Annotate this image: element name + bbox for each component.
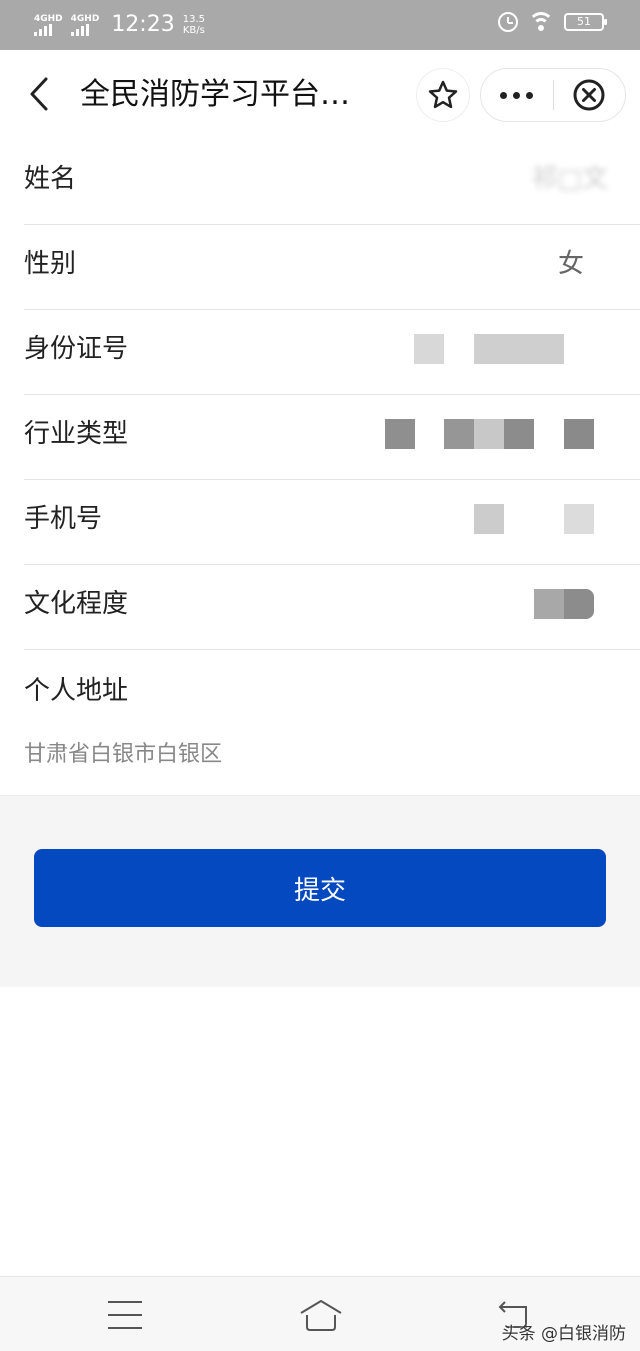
phone-label: 手机号 [24,504,103,534]
system-nav-bar: 头条 @白银消防 [0,1276,640,1351]
address-label: 个人地址 [24,676,129,706]
alarm-icon [498,12,518,32]
capsule-menu [480,68,626,122]
watermark-text: 头条 @白银消防 [501,1324,626,1344]
form-row-id-number[interactable]: 身份证号 [24,310,640,395]
home-icon[interactable] [298,1297,344,1333]
close-button[interactable] [554,68,626,122]
more-button[interactable] [481,68,553,122]
menu-icon[interactable] [108,1301,142,1329]
star-icon [428,80,458,109]
address-value: 甘肃省白银市白银区 [24,742,223,767]
wifi-icon [528,12,554,32]
submit-area: 提交 [0,795,640,987]
network-type-2: 4GHD [70,14,100,24]
form-row-education[interactable]: 文化程度 [24,565,640,650]
speed-unit: KB/s [182,25,205,36]
status-time: 12:23 [111,12,175,37]
battery-icon: 51 [564,13,607,31]
name-label: 姓名 [24,164,77,194]
network-speed: 13.5 KB/s [183,14,205,36]
signal-1: 4GHD [34,14,63,36]
form-row-address[interactable]: 个人地址 甘肃省白银市白银区 [24,650,640,806]
signal-icon [34,24,52,36]
signal-2: 4GHD [70,14,100,36]
speed-value: 13.5 [182,14,205,25]
back-icon [30,77,48,111]
industry-label: 行业类型 [24,419,129,449]
signal-icon [70,24,89,36]
back-button[interactable] [22,74,56,114]
more-icon [500,91,534,99]
gender-label: 性别 [24,249,77,279]
gender-value: 女 [557,249,584,279]
id-number-label: 身份证号 [24,334,129,364]
status-right: 51 [498,12,607,32]
title-bar: 全民消防学习平台… [0,50,640,140]
close-icon [573,79,605,111]
form-row-phone[interactable]: 手机号 [24,480,640,565]
page-title: 全民消防学习平台… [80,77,350,112]
form-row-industry[interactable]: 行业类型 [24,395,640,480]
form-row-name[interactable]: 姓名 祁□文 [24,140,640,225]
form-row-gender[interactable]: 性别 女 [24,225,640,310]
submit-button[interactable]: 提交 [34,849,606,927]
status-left: 4GHD 4GHD 12:23 13.5 KB/s [34,10,205,40]
education-label: 文化程度 [24,589,129,619]
favorite-button[interactable] [416,68,470,122]
profile-form: 姓名 祁□文 性别 女 身份证号 行业类型 手机号 文化程度 个人地址 甘肃省白… [0,140,640,806]
network-type-1: 4GHD [34,14,63,24]
status-bar: 4GHD 4GHD 12:23 13.5 KB/s 51 [0,0,640,50]
name-value: 祁□文 [531,164,608,194]
